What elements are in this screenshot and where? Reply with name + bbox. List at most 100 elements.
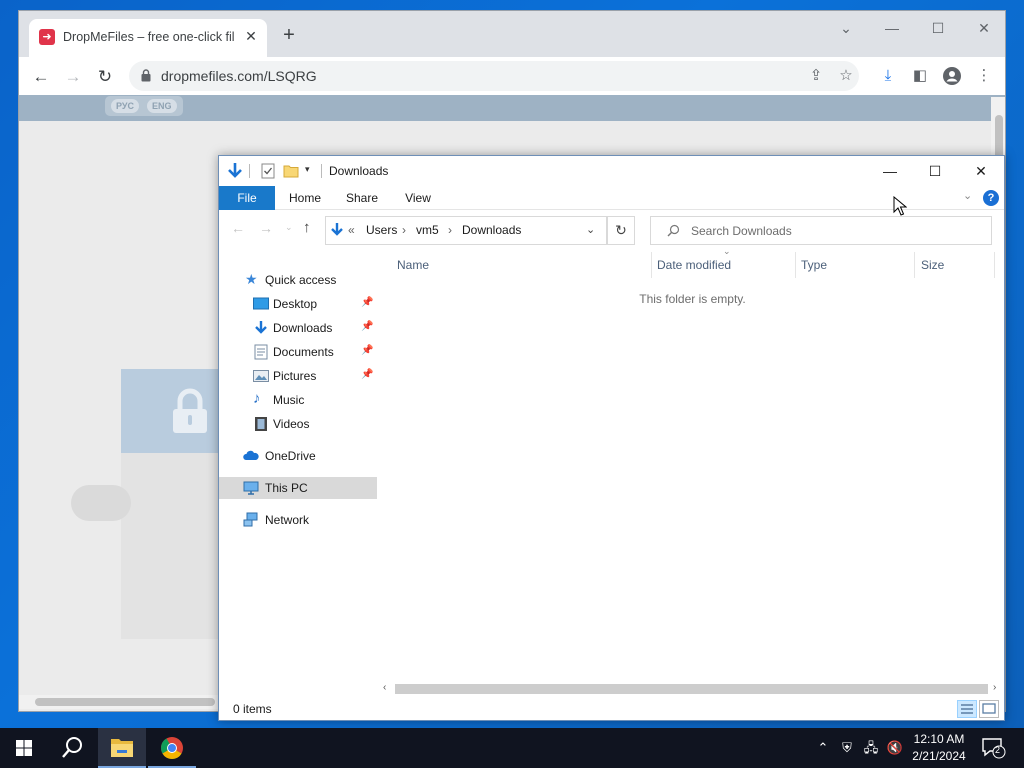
nav-pictures[interactable]: Pictures 📌 (219, 365, 377, 387)
taskbar-chrome[interactable] (148, 728, 196, 768)
nav-quick-access[interactable]: ★ Quick access (219, 269, 377, 291)
status-bar: 0 items (219, 698, 1004, 720)
page-hscroll-thumb[interactable] (35, 698, 215, 706)
help-icon[interactable]: ? (983, 190, 999, 206)
file-list-horizontal-scrollbar[interactable]: ‹ › (381, 682, 1004, 696)
forward-button[interactable]: → (59, 63, 87, 91)
scroll-left-icon[interactable]: ‹ (383, 682, 386, 693)
password-protected-card (121, 369, 233, 639)
empty-folder-message: This folder is empty. (639, 292, 746, 306)
tab-title: DropMeFiles – free one-click file (63, 30, 235, 44)
desktop-icon (253, 297, 269, 310)
explorer-close-button[interactable]: ✕ (958, 156, 1004, 186)
search-box[interactable]: Search Downloads (650, 216, 992, 245)
downloads-icon[interactable]: ⤓ (875, 63, 901, 89)
computer-icon (243, 481, 259, 495)
nav-onedrive[interactable]: OneDrive (219, 445, 377, 467)
taskbar-search-button[interactable] (48, 728, 96, 768)
nav-desktop[interactable]: Desktop 📌 (219, 293, 377, 315)
breadcrumb-chevron-icon[interactable]: › (402, 223, 406, 237)
explorer-forward-button[interactable]: → (259, 220, 273, 236)
nav-documents[interactable]: Documents 📌 (219, 341, 377, 363)
navigation-pane: ★ Quick access Desktop 📌 Downloads 📌 Doc… (219, 252, 377, 682)
column-divider[interactable] (651, 252, 652, 278)
profile-avatar-icon[interactable] (939, 63, 965, 89)
column-divider[interactable] (795, 252, 796, 278)
new-tab-button[interactable]: + (277, 24, 301, 48)
browser-tab[interactable]: ➜ DropMeFiles – free one-click file ✕ (29, 19, 267, 57)
ribbon-tab-home[interactable]: Home (281, 186, 329, 210)
taskbar: ⌃ ⛨ 🖧 🔇 12:10 AM 2/21/2024 2 (0, 728, 1024, 768)
refresh-button[interactable]: ↻ (607, 216, 635, 245)
column-header-name[interactable]: Name (397, 258, 429, 272)
expand-ribbon-chevron-icon[interactable]: ⌄ (963, 189, 972, 202)
large-icons-view-icon[interactable] (979, 700, 999, 718)
browser-maximize-button[interactable]: ☐ (915, 15, 961, 41)
quick-access-toolbar-dropdown-icon[interactable]: ▾ (305, 164, 310, 175)
volume-muted-icon[interactable]: 🔇 (886, 738, 904, 758)
show-hidden-icons-chevron-icon[interactable]: ⌃ (814, 738, 832, 758)
nav-this-pc[interactable]: This PC (219, 477, 377, 499)
mouse-pointer-icon (893, 196, 907, 216)
documents-icon (254, 344, 268, 360)
network-status-icon[interactable]: 🖧 (862, 738, 880, 758)
explorer-back-button[interactable]: ← (231, 220, 245, 236)
column-header-size[interactable]: Size (921, 258, 944, 272)
pin-icon: 📌 (361, 297, 374, 308)
explorer-address-bar[interactable]: « Users › vm5 › Downloads ⌄ (325, 216, 607, 245)
back-button[interactable]: ← (27, 63, 55, 91)
column-divider[interactable] (914, 252, 915, 278)
breadcrumb-overflow[interactable]: « (348, 223, 355, 237)
page-button-placeholder[interactable] (71, 485, 131, 521)
nav-label: Music (273, 393, 305, 407)
column-divider[interactable] (994, 252, 995, 278)
new-folder-icon[interactable] (283, 164, 299, 178)
share-icon[interactable]: ⇪ (803, 63, 829, 89)
breadcrumb-users[interactable]: Users (366, 223, 397, 237)
lang-en-button[interactable]: ENG (147, 99, 177, 113)
ribbon-tab-file[interactable]: File (219, 186, 275, 210)
tab-search-chevron-icon[interactable]: ⌄ (823, 15, 869, 41)
reload-button[interactable]: ↻ (91, 63, 119, 91)
nav-network[interactable]: Network (219, 509, 377, 531)
nav-label: Videos (273, 417, 310, 431)
breadcrumb-downloads[interactable]: Downloads (462, 223, 521, 237)
scroll-right-icon[interactable]: › (993, 682, 996, 693)
address-dropdown-icon[interactable]: ⌄ (586, 223, 595, 236)
browser-toolbar: ← → ↻ dropmefiles.com/LSQRG ⇪ ☆ ⤓ ◧ ⋮ (19, 57, 1005, 95)
breadcrumb-chevron-icon[interactable]: › (448, 223, 452, 237)
recent-locations-dropdown-icon[interactable]: ⌄ (285, 222, 293, 233)
hscroll-thumb[interactable] (395, 684, 988, 694)
breadcrumb-vm5[interactable]: vm5 (416, 223, 439, 237)
action-center-button[interactable]: 2 (980, 736, 1006, 760)
pin-icon: 📌 (361, 321, 374, 332)
bookmark-star-icon[interactable]: ☆ (833, 63, 859, 89)
details-view-icon[interactable] (957, 700, 977, 718)
network-icon (243, 512, 258, 527)
side-panel-icon[interactable]: ◧ (907, 63, 933, 89)
explorer-minimize-button[interactable]: — (867, 156, 913, 186)
up-one-level-button[interactable]: ↑ (303, 219, 311, 236)
taskbar-file-explorer[interactable] (98, 728, 146, 768)
browser-minimize-button[interactable]: — (869, 15, 915, 41)
tab-close-icon[interactable]: ✕ (241, 26, 261, 46)
lang-ru-button[interactable]: РУС (111, 99, 139, 113)
column-header-type[interactable]: Type (801, 258, 827, 272)
browser-menu-icon[interactable]: ⋮ (971, 63, 997, 89)
nav-music[interactable]: ♪ Music (219, 389, 377, 411)
search-placeholder: Search Downloads (691, 224, 792, 238)
pin-icon: 📌 (361, 369, 374, 380)
system-clock[interactable]: 12:10 AM 2/21/2024 (904, 731, 974, 765)
security-alert-icon[interactable]: ⛨ (838, 738, 856, 758)
browser-close-button[interactable]: ✕ (961, 15, 1007, 41)
explorer-maximize-button[interactable]: ☐ (912, 156, 958, 186)
properties-icon[interactable] (261, 163, 275, 179)
start-button[interactable] (0, 728, 48, 768)
nav-label: Network (265, 513, 310, 527)
ribbon-tab-share[interactable]: Share (339, 186, 385, 210)
nav-downloads[interactable]: Downloads 📌 (219, 317, 377, 339)
nav-videos[interactable]: Videos (219, 413, 377, 435)
address-bar[interactable]: dropmefiles.com/LSQRG ⇪ ☆ (129, 61, 859, 91)
ribbon-tab-view[interactable]: View (395, 186, 441, 210)
column-header-date-modified[interactable]: Date modified (657, 258, 731, 272)
